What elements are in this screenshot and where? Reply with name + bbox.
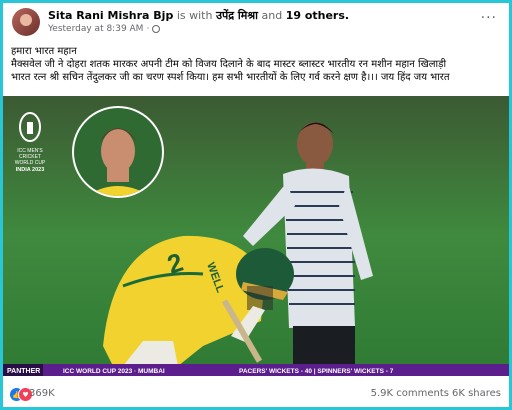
reaction-count[interactable]: 369K <box>29 388 55 399</box>
ticker-stats: PACERS' WICKETS - 40 | SPINNERS' WICKETS… <box>239 368 394 375</box>
logo-line: WORLD CUP <box>15 160 46 166</box>
facebook-post-card: Sita Rani Mishra Bjp is with उपेंद्र मिश… <box>3 3 509 407</box>
engagement-bar: 👍 ♥ 369K 5.9K comments 6K shares <box>3 383 509 405</box>
author-line: Sita Rani Mishra Bjp is with उपेंद्र मिश… <box>48 8 349 23</box>
others-link[interactable]: 19 others. <box>286 9 349 22</box>
inset-portrait <box>72 106 164 198</box>
post-text-line: भारत रत्न श्री सचिन तेंदुलकर जी का चरण स… <box>11 72 450 83</box>
tagged-person[interactable]: उपेंद्र मिश्रा <box>216 9 258 22</box>
and-text: and <box>261 9 283 22</box>
post-meta: Yesterday at 8:39 AM · <box>48 24 161 34</box>
globe-icon <box>152 25 161 33</box>
post-photo[interactable]: ICC MEN'S CRICKET WORLD CUP INDIA 2023 2… <box>3 96 509 376</box>
ticker-brand: PANTHER <box>7 368 40 375</box>
shares-count[interactable]: 6K shares <box>452 388 501 399</box>
author-avatar[interactable] <box>12 8 40 36</box>
post-text-line: मैक्सवेल जी ने दोहरा शतक मारकर अपनी टीम … <box>11 59 447 70</box>
ticker-event: ICC WORLD CUP 2023 · MUMBAI <box>63 368 165 375</box>
separator-dot: · <box>146 24 150 34</box>
logo-line: INDIA 2023 <box>16 167 45 173</box>
more-options-icon[interactable]: ··· <box>481 10 497 26</box>
post-header: Sita Rani Mishra Bjp is with उपेंद्र मिश… <box>3 3 509 41</box>
author-name[interactable]: Sita Rani Mishra Bjp <box>48 9 173 22</box>
post-text-line: हमारा भारत महान <box>11 46 77 57</box>
comments-count[interactable]: 5.9K comments <box>371 388 449 399</box>
timestamp[interactable]: Yesterday at 8:39 AM <box>48 24 143 34</box>
post-text: हमारा भारत महान मैक्सवेल जी ने दोहरा शतक… <box>11 45 503 84</box>
with-text: is with <box>176 9 213 22</box>
broadcast-ticker: PANTHER ICC WORLD CUP 2023 · MUMBAI PACE… <box>3 364 509 376</box>
